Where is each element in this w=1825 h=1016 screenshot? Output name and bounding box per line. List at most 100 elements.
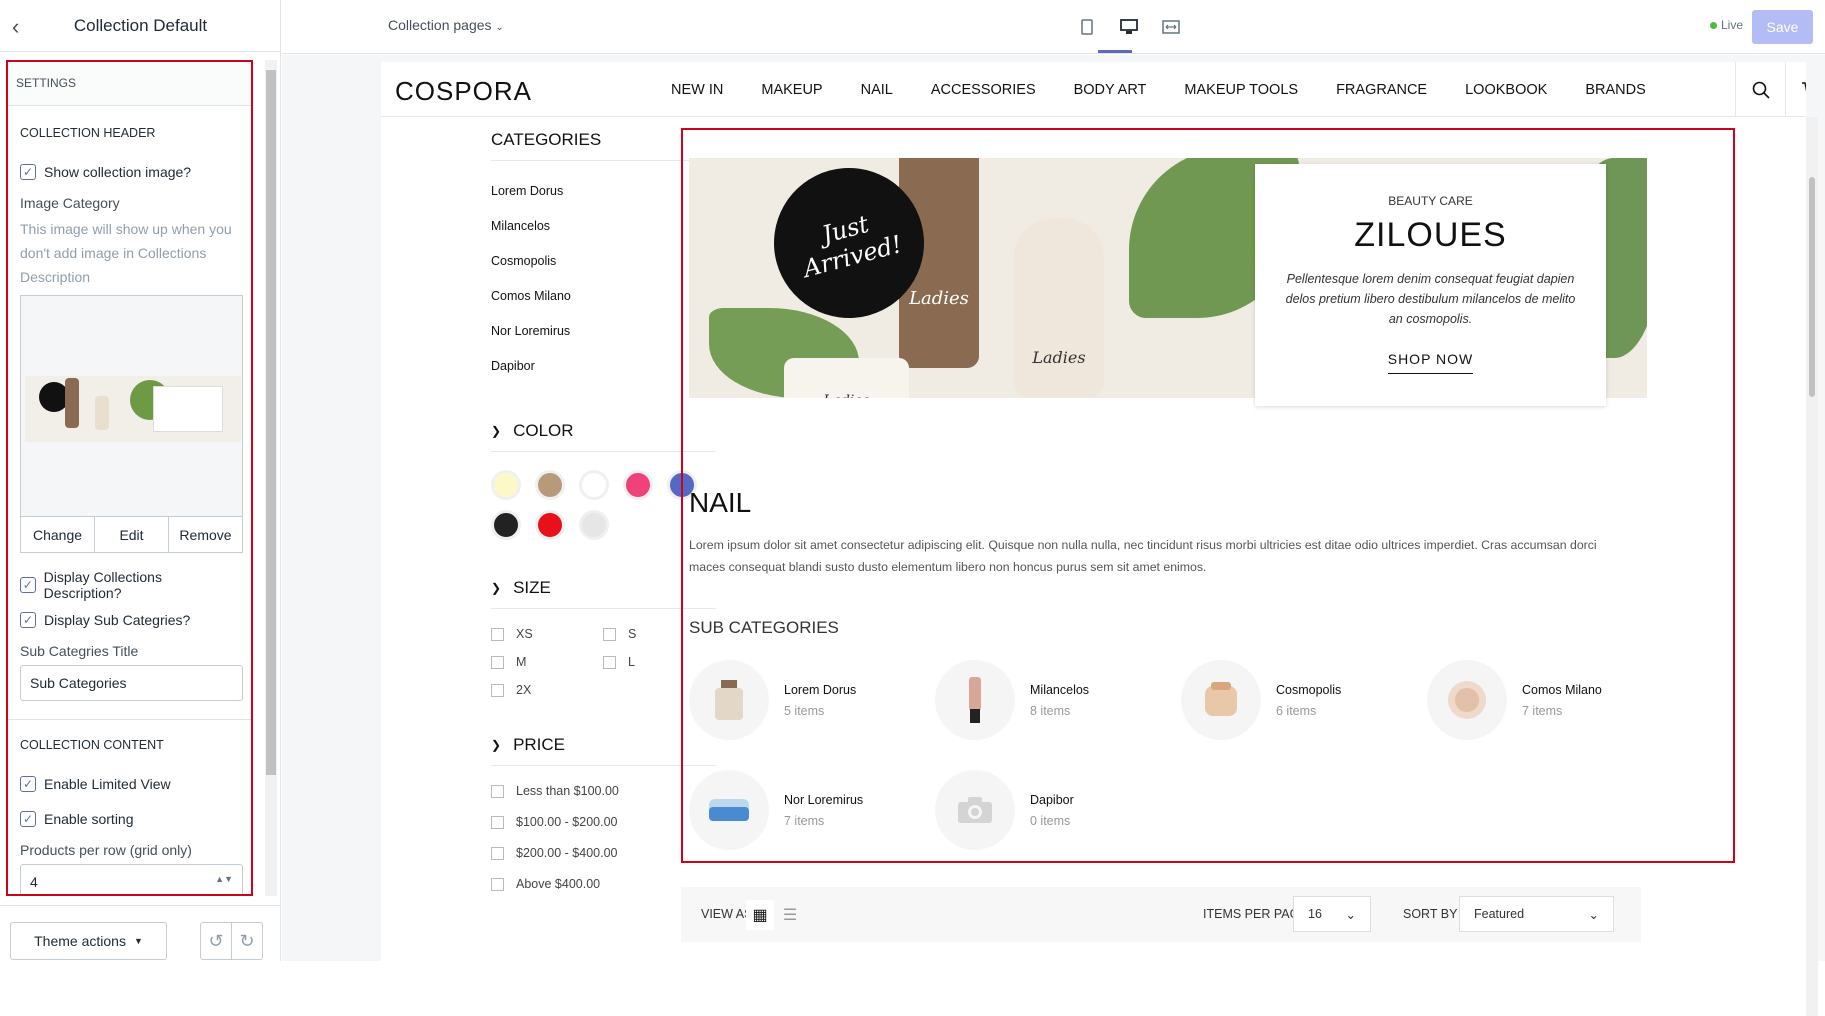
subcategory-card[interactable]: Cosmopolis 6 items	[1181, 660, 1421, 740]
view-as-label: VIEW AS	[701, 907, 753, 921]
subcategory-image	[1181, 660, 1261, 740]
checkbox[interactable]	[491, 815, 504, 829]
list-view-icon[interactable]: ☰	[776, 900, 804, 930]
option-label: $100.00 - $200.00	[516, 815, 618, 829]
sidebar-header: ‹ Collection Default	[0, 0, 280, 52]
preview-scrollbar[interactable]	[1806, 117, 1818, 1016]
size-option[interactable]: XS	[491, 627, 603, 641]
subcategory-card[interactable]: Lorem Dorus 5 items	[689, 660, 929, 740]
desktop-view-icon[interactable]	[1114, 14, 1144, 40]
nav-item-lookbook[interactable]: LOOKBOOK	[1465, 82, 1547, 98]
subcategory-count: 5 items	[784, 703, 825, 718]
search-icon[interactable]	[1735, 62, 1785, 117]
change-image-button[interactable]: Change	[21, 517, 95, 552]
subcategory-name: Comos Milano	[1522, 682, 1602, 697]
scrollbar-thumb[interactable]	[1809, 177, 1815, 397]
banner-title: ZILOUES	[1354, 216, 1507, 254]
checkbox[interactable]	[491, 846, 504, 860]
theme-editor-sidebar: ‹ Collection Default SETTINGS COLLECTION…	[0, 0, 281, 961]
bottle-label: Ladies	[1032, 348, 1086, 367]
checkbox[interactable]	[603, 627, 616, 641]
sort-by-select[interactable]: Featured ⌄	[1459, 896, 1614, 932]
checkbox-label: Display Sub Categries?	[44, 611, 191, 628]
size-option[interactable]: 2X	[491, 683, 603, 697]
items-per-page-label: ITEMS PER PAGE	[1203, 907, 1308, 921]
settings-panel: SETTINGS COLLECTION HEADER ✓ Show collect…	[6, 60, 253, 896]
subcategory-card[interactable]: Nor Loremirus 7 items	[689, 770, 929, 850]
subcategory-card[interactable]: Milancelos 8 items	[935, 660, 1175, 740]
enable-sorting-checkbox[interactable]: ✓ Enable sorting	[20, 801, 239, 836]
shop-now-link[interactable]: SHOP NOW	[1387, 351, 1474, 374]
checkbox[interactable]	[491, 655, 504, 669]
full-width-view-icon[interactable]	[1156, 14, 1186, 40]
edit-image-button[interactable]: Edit	[95, 517, 169, 552]
color-swatch[interactable]	[535, 510, 565, 540]
filter-title: SIZE	[513, 578, 551, 597]
remove-image-button[interactable]: Remove	[169, 517, 242, 552]
nav-item-fragrance[interactable]: FRAGRANCE	[1336, 82, 1427, 98]
subcategory-card[interactable]: Comos Milano 7 items	[1427, 660, 1667, 740]
mobile-view-icon[interactable]	[1072, 14, 1102, 40]
subcategory-count: 7 items	[1522, 703, 1563, 718]
sub-categories-title-input[interactable]: Sub Categories	[20, 665, 243, 701]
nav-item-brands[interactable]: BRANDS	[1585, 82, 1645, 98]
camera-placeholder-icon	[935, 770, 1015, 850]
save-button[interactable]: Save	[1752, 10, 1813, 44]
filter-title: PRICE	[513, 735, 566, 754]
display-collections-description-checkbox[interactable]: ✓ Display Collections Description?	[20, 567, 239, 602]
grid-view-icon[interactable]: ▦	[746, 900, 774, 930]
subcategory-name: Milancelos	[1030, 682, 1090, 697]
category-label: Comos Milano	[491, 288, 571, 303]
chevron-down-icon: ❯	[491, 738, 502, 752]
color-swatch[interactable]	[491, 470, 521, 500]
nav-item-accessories[interactable]: ACCESSORIES	[931, 82, 1036, 98]
display-sub-categories-checkbox[interactable]: ✓ Display Sub Categries?	[20, 602, 239, 637]
redo-icon[interactable]: ↻	[231, 922, 263, 960]
checkmark-icon: ✓	[20, 163, 36, 180]
nav-item-new-in[interactable]: NEW IN	[671, 82, 723, 98]
sidebar-scrollbar[interactable]	[265, 60, 277, 896]
show-collection-image-checkbox[interactable]: ✓ Show collection image?	[20, 154, 239, 189]
items-per-page-select[interactable]: 16 ⌄	[1293, 896, 1371, 932]
select-value: 16	[1308, 907, 1322, 921]
checkbox[interactable]	[491, 627, 504, 641]
collection-toolbar: VIEW AS ▦ ☰ ITEMS PER PAGE 16 ⌄ SORT BY F…	[681, 887, 1641, 942]
checkbox[interactable]	[491, 784, 504, 798]
nav-item-makeup[interactable]: MAKEUP	[761, 82, 822, 98]
chevron-down-icon: ⌄	[1588, 908, 1599, 922]
chevron-down-icon: ❯	[491, 581, 502, 595]
size-option[interactable]: L	[603, 655, 693, 669]
color-swatch[interactable]	[579, 470, 609, 500]
checkbox-label: Enable Limited View	[44, 775, 171, 792]
category-label: Nor Loremirus	[491, 323, 571, 338]
color-swatch[interactable]	[535, 470, 565, 500]
category-label: Cosmopolis	[491, 253, 557, 268]
option-label: XS	[516, 627, 533, 641]
scrollbar-thumb[interactable]	[266, 70, 276, 775]
nav-item-nail[interactable]: NAIL	[861, 82, 893, 98]
undo-icon[interactable]: ↺	[200, 922, 232, 960]
live-dot-icon	[1710, 22, 1717, 29]
checkbox[interactable]	[491, 877, 504, 891]
size-option[interactable]: S	[603, 627, 693, 641]
option-label: 2X	[516, 683, 532, 697]
size-option[interactable]: M	[491, 655, 603, 669]
cart-icon[interactable]	[1785, 62, 1806, 117]
nav-item-body-art[interactable]: BODY ART	[1074, 82, 1147, 98]
enable-limited-view-checkbox[interactable]: ✓ Enable Limited View	[20, 766, 239, 801]
products-per-row-select[interactable]: 4 ▲▼	[20, 864, 243, 894]
active-device-indicator	[1098, 50, 1132, 53]
category-label: Dapibor	[491, 358, 535, 373]
subcategory-name: Dapibor	[1030, 792, 1074, 807]
color-swatch[interactable]	[579, 510, 609, 540]
checkbox[interactable]	[603, 655, 616, 669]
nav-item-makeup-tools[interactable]: MAKEUP TOOLS	[1184, 82, 1298, 98]
site-logo[interactable]: COSPORA	[395, 76, 532, 107]
color-swatch[interactable]	[623, 470, 653, 500]
checkmark-icon: ✓	[20, 810, 36, 827]
checkbox[interactable]	[491, 683, 504, 697]
subcategory-card[interactable]: Dapibor 0 items	[935, 770, 1175, 850]
color-swatch[interactable]	[491, 510, 521, 540]
theme-actions-button[interactable]: Theme actions ▼	[10, 922, 167, 960]
page-selector[interactable]: Collection pages ⌄	[388, 17, 504, 33]
